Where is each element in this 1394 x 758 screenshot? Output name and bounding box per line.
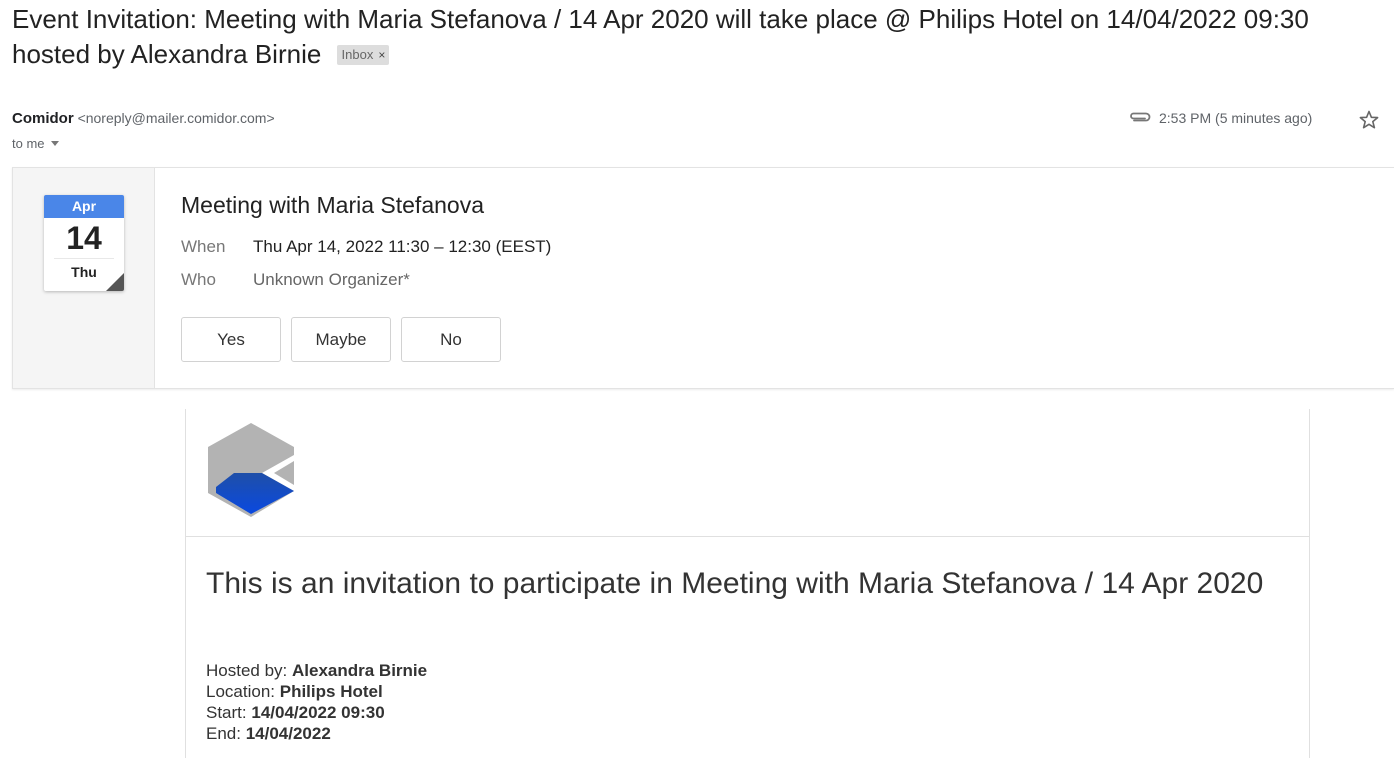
when-value: Thu Apr 14, 2022 11:30 – 12:30 (EEST) [253,237,552,256]
chevron-down-icon[interactable] [50,141,59,146]
rsvp-no-button[interactable]: No [401,317,501,362]
inbox-label[interactable]: Inbox × [336,45,390,65]
event-details: Hosted by: Alexandra Birnie Location: Ph… [206,660,427,744]
comidor-logo [208,423,294,517]
invitation-heading: This is an invitation to participate in … [206,567,1264,600]
location-name: Philips Hotel [279,682,383,701]
email-body: This is an invitation to participate in … [185,409,1310,758]
star-icon[interactable] [1357,108,1381,132]
calendar-weekday: Thu [54,258,114,285]
start-line: Start: 14/04/2022 09:30 [206,703,385,722]
rsvp-maybe-button[interactable]: Maybe [291,317,391,362]
event-who-row: Who Unknown Organizer* [181,270,410,290]
inbox-label-text: Inbox [341,47,374,62]
sender-info: Comidor <noreply@mailer.comidor.com> [12,110,275,127]
who-value: Unknown Organizer* [253,270,410,289]
subject-text: Event Invitation: Meeting with Maria Ste… [12,4,1309,69]
rsvp-yes-button[interactable]: Yes [181,317,281,362]
remove-label-icon[interactable]: × [378,48,385,62]
calendar-day: 14 [66,220,102,256]
start-value: 14/04/2022 09:30 [251,703,385,722]
page-fold-icon [106,273,124,291]
location-line: Location: Philips Hotel [206,682,383,701]
sender-email: <noreply@mailer.comidor.com> [77,110,275,126]
host-name: Alexandra Birnie [292,661,428,680]
calendar-icon-panel: Apr 14 Thu [13,168,155,388]
sender-name[interactable]: Comidor [12,110,74,127]
who-label: Who [181,270,216,289]
email-timestamp: 2:53 PM (5 minutes ago) [1159,110,1313,126]
logo-header [186,409,1309,537]
event-when-row: When Thu Apr 14, 2022 11:30 – 12:30 (EEST… [181,237,551,257]
end-value: 14/04/2022 [245,724,331,743]
calendar-month: Apr [44,195,124,218]
when-label: When [181,237,226,256]
email-subject: Event Invitation: Meeting with Maria Ste… [12,2,1387,72]
calendar-invite-card: Apr 14 Thu Meeting with Maria Stefanova … [12,167,1394,389]
hosted-by-line: Hosted by: Alexandra Birnie [206,661,428,680]
end-line: End: 14/04/2022 [206,724,331,743]
recipient-text: to me [12,136,45,151]
recipient-details-toggle[interactable]: to me [12,136,59,151]
calendar-date-icon: Apr 14 Thu [44,195,124,291]
paperclip-icon [1130,112,1151,122]
event-title[interactable]: Meeting with Maria Stefanova [181,192,484,219]
